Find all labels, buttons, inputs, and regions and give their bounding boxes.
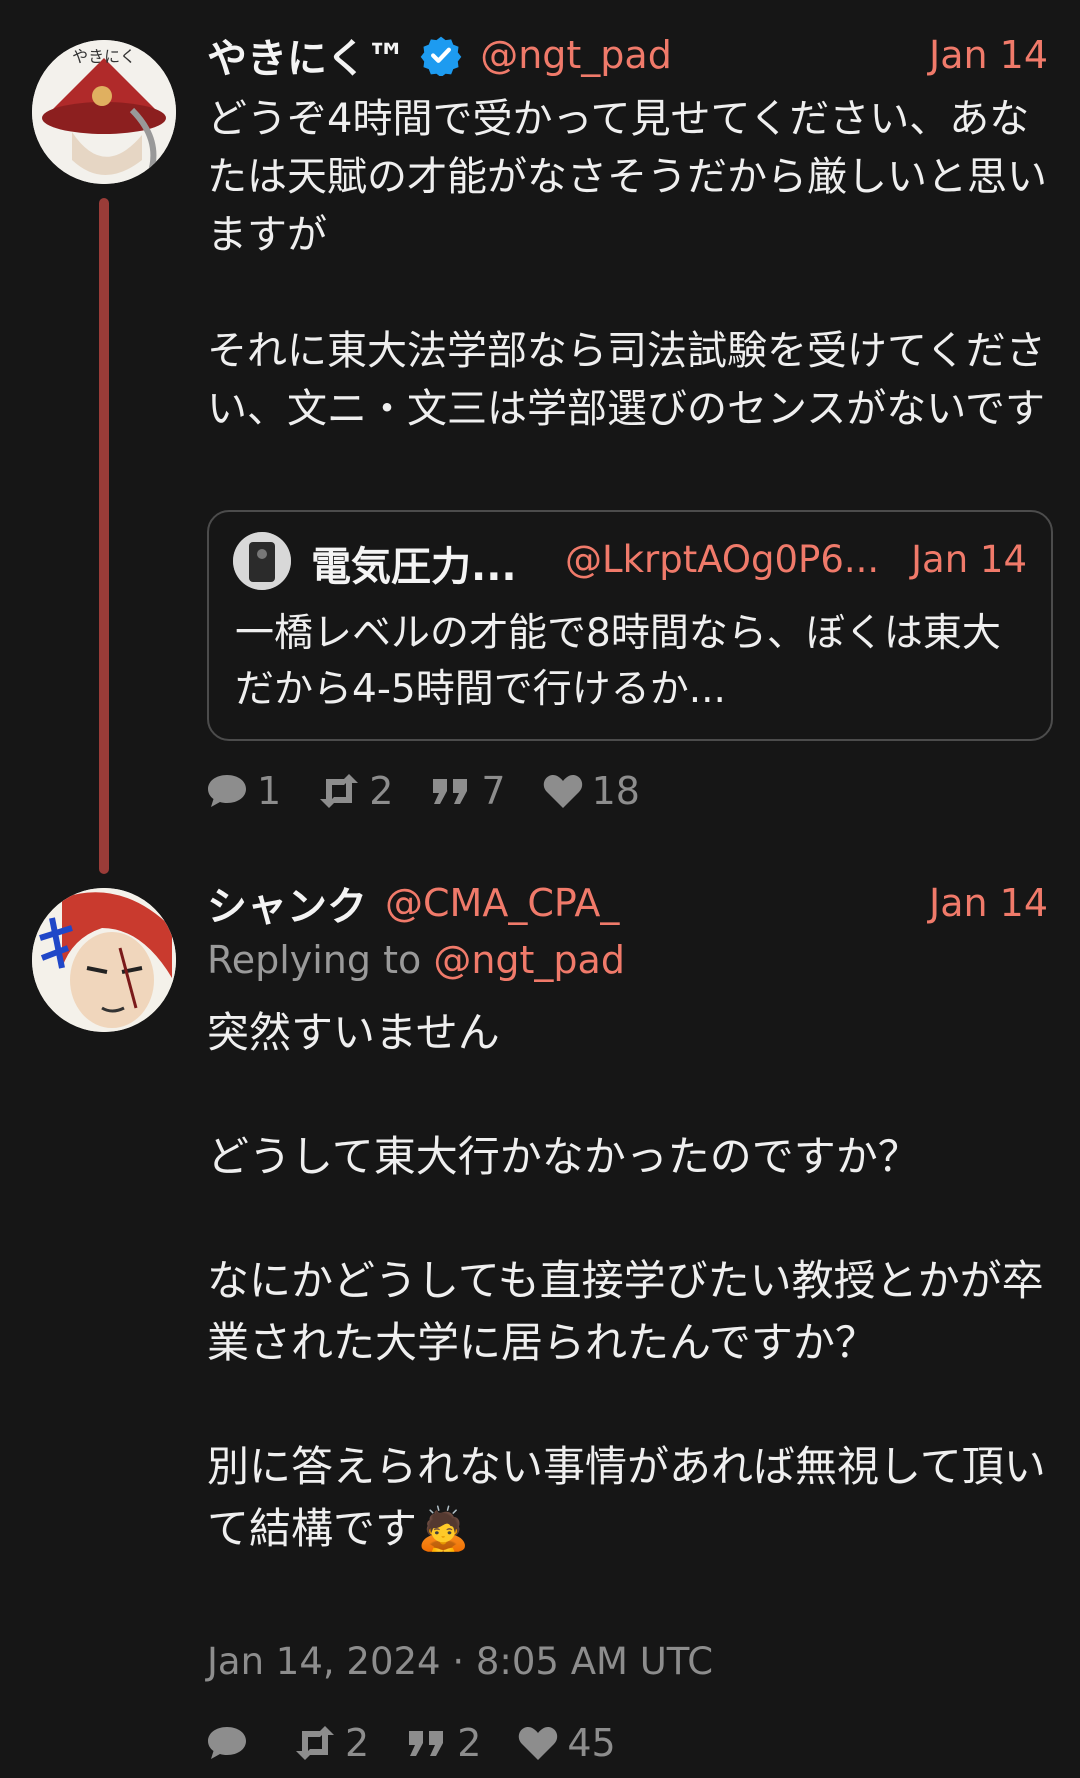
like-count: 45 (567, 1721, 616, 1765)
retweet-count: 2 (345, 1721, 370, 1765)
comment-icon (208, 1727, 246, 1759)
quote-icon (433, 779, 468, 804)
retweet-count: 2 (369, 769, 394, 813)
verified-badge-icon (420, 36, 462, 76)
quoted-display-name: 電気圧力... (311, 544, 517, 590)
quote-button[interactable]: 2 (405, 1721, 481, 1765)
quote-count: 2 (457, 1721, 482, 1765)
heart-icon (543, 775, 582, 808)
quote-icon (409, 1731, 444, 1756)
avatar-shank[interactable] (32, 888, 176, 1032)
heart-icon (519, 1727, 558, 1760)
tweet2-stats: 2 2 45 (205, 1718, 616, 1768)
tweet1-stats: 1 2 7 18 (205, 766, 640, 816)
quoted-date: Jan 14 (911, 538, 1027, 581)
tweet2-header: シャンク @CMA_CPA_ Jan 14 (207, 876, 1048, 930)
like-button[interactable]: 45 (517, 1721, 616, 1765)
tweet1-handle[interactable]: @ngt_pad (480, 33, 672, 77)
thread-line (99, 198, 109, 874)
reply-button[interactable] (205, 1723, 257, 1763)
avatar-image: やきにく (32, 40, 176, 184)
replying-prefix: Replying to (207, 938, 434, 982)
quoted-tweet[interactable]: 電気圧力... @LkrptAOg0P6... Jan 14 一橋レベルの才能で… (207, 510, 1053, 741)
reply-count: 1 (257, 769, 282, 813)
tweet1-body: どうぞ4時間で受かって見せてください、あなたは天賦の才能がなさそうだから厳しいと… (207, 96, 1047, 432)
like-button[interactable]: 18 (542, 769, 640, 813)
tweet1-date[interactable]: Jan 14 (929, 33, 1048, 77)
tweet2-date[interactable]: Jan 14 (929, 881, 1048, 925)
tweet2-body: 突然すいません どうして東大行かなかったのですか？ なにかどうしても直接学びたい… (207, 1008, 1046, 1553)
tweet2-timestamp[interactable]: Jan 14, 2024 · 8:05 AM UTC (207, 1640, 713, 1683)
quoted-text: 一橋レベルの才能で8時間なら、ぼくは東大だから4-5時間で行けるか... (235, 611, 1001, 712)
retweet-button[interactable]: 2 (293, 1721, 369, 1765)
avatar-image (32, 888, 176, 1032)
reply-button[interactable]: 1 (205, 769, 281, 813)
tweet1-display-name[interactable]: やきにく™ (207, 26, 406, 84)
tweet1-header: やきにく™ @ngt_pad Jan 14 (207, 28, 1048, 82)
like-count: 18 (591, 769, 640, 813)
tweet2-handle[interactable]: @CMA_CPA_ (385, 881, 619, 925)
avatar-text: やきにく (72, 47, 136, 66)
comment-icon (208, 775, 246, 807)
replying-to: Replying to @ngt_pad (207, 938, 625, 982)
avatar-yakiniku[interactable]: やきにく (32, 40, 176, 184)
tweet2-display-name[interactable]: シャンク (207, 874, 367, 932)
quote-count: 7 (481, 769, 506, 813)
replying-mention[interactable]: @ngt_pad (433, 938, 625, 982)
quoted-avatar (233, 532, 291, 590)
retweet-icon (296, 1726, 334, 1760)
retweet-button[interactable]: 2 (317, 769, 393, 813)
quoted-handle: @LkrptAOg0P6... (565, 538, 880, 581)
retweet-icon (320, 774, 359, 808)
quote-button[interactable]: 7 (429, 769, 506, 813)
